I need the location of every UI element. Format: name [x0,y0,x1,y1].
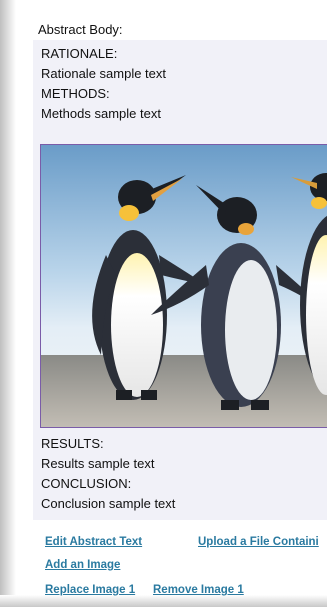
upload-file-link[interactable]: Upload a File Containi [198,536,319,548]
penguins-photo [41,145,327,427]
add-image-link[interactable]: Add an Image [45,559,120,571]
abstract-body-content: RATIONALE: Rationale sample text METHODS… [33,40,327,520]
edit-abstract-text-link[interactable]: Edit Abstract Text [45,536,142,548]
abstract-body-label: Abstract Body: [38,22,123,37]
results-text: Results sample text [41,456,155,471]
conclusion-heading: CONCLUSION: [41,476,132,491]
rationale-text: Rationale sample text [41,66,167,81]
replace-image-link[interactable]: Replace Image 1 [45,584,135,596]
methods-text: Methods sample text [41,106,161,121]
rationale-heading: RATIONALE: [41,46,118,61]
abstract-editor-view: Abstract Body: RATIONALE: Rationale samp… [0,0,327,607]
abstract-panel: Abstract Body: RATIONALE: Rationale samp… [33,18,327,596]
conclusion-text: Conclusion sample text [41,496,176,511]
abstract-image [40,144,327,428]
remove-image-link[interactable]: Remove Image 1 [153,584,244,596]
shadow-edge-left [0,0,16,607]
methods-heading: METHODS: [41,86,110,101]
results-heading: RESULTS: [41,436,104,451]
abstract-actions: Edit Abstract Text Upload a File Contain… [33,528,327,598]
